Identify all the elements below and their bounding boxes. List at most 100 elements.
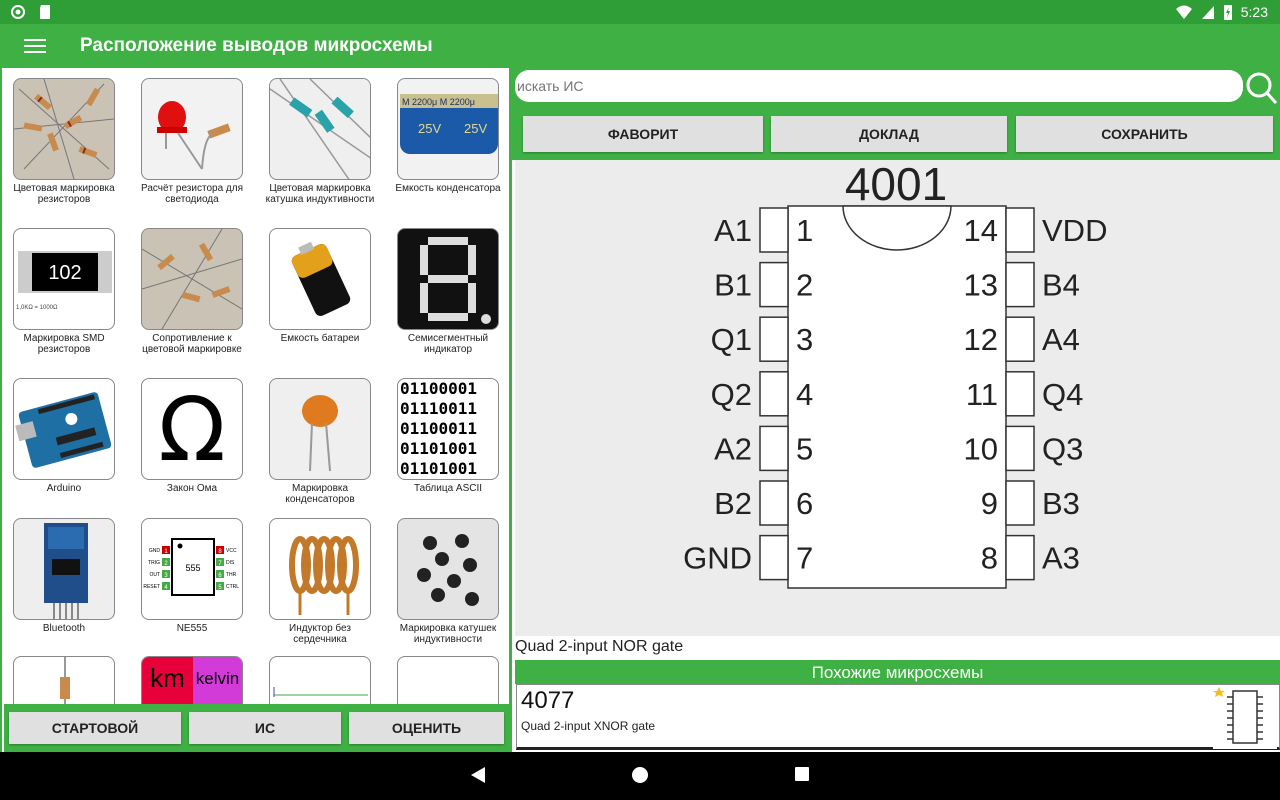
ne555-pin-name: RESET	[143, 584, 160, 590]
ne555-pin-name: TRIG	[148, 560, 160, 566]
capacitor-voltage: 25V	[418, 121, 441, 136]
tool-seven-segment[interactable]: Семисегментный индикатор	[388, 228, 508, 355]
ascii-image: 01100001 01110011 01100011 01101001 0110…	[397, 378, 499, 480]
pin-number: 9	[981, 486, 998, 521]
tool-label: Закон Ома	[166, 483, 218, 494]
resistors-image	[13, 78, 115, 180]
tool-partial-1[interactable]	[4, 656, 124, 706]
tool-label: Цветовая маркировка катушка индуктивност…	[265, 183, 375, 205]
tool-label: Bluetooth	[42, 623, 86, 634]
pin-name: Q2	[711, 377, 752, 412]
star-icon	[1213, 687, 1225, 697]
tool-smd-resistor[interactable]: 102 1,0KΩ = 1000Ω Маркировка SMD резисто…	[4, 228, 124, 355]
pin-number: 8	[981, 541, 998, 576]
tool-bluetooth[interactable]: Bluetooth	[4, 518, 124, 634]
tool-label: Емкость конденсатора	[395, 183, 501, 194]
km-text: km	[142, 657, 193, 706]
rate-button[interactable]: ОЦЕНИТЬ	[349, 712, 504, 744]
pin-box	[759, 207, 789, 253]
resistor-image	[13, 656, 115, 706]
pin-box	[1005, 371, 1035, 417]
ascii-line: 01100011	[400, 419, 478, 438]
tool-label: Цветовая маркировка резисторов	[13, 183, 115, 205]
ne555-pin-name: OUT	[149, 572, 160, 578]
tool-label: Маркировка конденсаторов	[285, 483, 355, 505]
tool-battery-capacity[interactable]: Емкость батареи	[260, 228, 380, 344]
smd-code: 102	[48, 262, 81, 284]
similar-item[interactable]: 4077 Quad 2-input XNOR gate	[516, 684, 1280, 750]
search-bar	[512, 68, 1280, 110]
app-bar: Расположение выводов микросхемы	[0, 24, 1280, 68]
recents-icon[interactable]	[794, 766, 810, 782]
ascii-line: 01110011	[400, 399, 478, 418]
search-input[interactable]	[515, 70, 1243, 102]
ascii-line: 01100001	[400, 379, 478, 398]
tool-arduino[interactable]: Arduino	[4, 378, 124, 494]
tool-label: Расчёт резистора для светодиода	[140, 183, 243, 205]
menu-icon[interactable]	[24, 36, 46, 56]
tool-capacitor-marking[interactable]: Маркировка конденсаторов	[260, 378, 380, 505]
ne555-pin-name: THR	[226, 572, 237, 578]
tool-label: Семисегментный индикатор	[407, 333, 489, 355]
tool-partial-2[interactable]: km kelvin	[132, 656, 252, 706]
tool-resistor-color-code[interactable]: Цветовая маркировка резисторов	[4, 78, 124, 205]
pin-number: 5	[796, 431, 813, 466]
pin-box	[759, 480, 789, 526]
search-icon[interactable]	[1244, 70, 1278, 106]
pin-name: B1	[714, 268, 752, 303]
kelvin-text: kelvin	[192, 657, 242, 706]
similar-chip-number: 4077	[521, 687, 575, 714]
signal-icon	[1201, 6, 1214, 19]
pin-name: B2	[714, 486, 752, 521]
tool-air-core-inductor[interactable]: Индуктор без сердечника	[260, 518, 380, 645]
tool-capacitor[interactable]: M 2200μ M 2200μ 25V 25V Емкость конденса…	[388, 78, 508, 194]
tool-ascii-table[interactable]: 01100001 01110011 01100011 01101001 0110…	[388, 378, 508, 494]
bluetooth-module-image	[13, 518, 115, 620]
system-nav-bar	[0, 752, 1280, 800]
battery-charging-icon	[1223, 5, 1232, 20]
seven-segment-image	[397, 228, 499, 330]
tool-label: Сопротивление к цветовой маркировке	[142, 333, 242, 355]
back-icon[interactable]	[470, 766, 486, 784]
sd-card-icon	[40, 5, 50, 19]
resistors-image	[141, 228, 243, 330]
pin-box	[759, 261, 789, 308]
tool-inductor-marking[interactable]: Маркировка катушек индуктивности	[388, 518, 508, 645]
pin-number: 6	[796, 486, 813, 521]
pin-name: B3	[1042, 486, 1080, 521]
start-button[interactable]: СТАРТОВОЙ	[9, 712, 181, 744]
ceramic-capacitor-image	[269, 378, 371, 480]
pin-box	[1005, 261, 1035, 308]
similar-heading: Похожие микросхемы	[515, 660, 1280, 684]
home-icon[interactable]	[631, 766, 649, 784]
chip-description: Quad 2-input NOR gate	[515, 638, 684, 655]
tool-partial-4[interactable]	[388, 656, 508, 706]
ic-button[interactable]: ИС	[189, 712, 341, 744]
ne555-pin-name: VCC	[226, 548, 237, 554]
pin-name: B4	[1042, 268, 1080, 303]
pin-box	[759, 316, 789, 362]
pin-number: 2	[796, 268, 813, 303]
tool-partial-3[interactable]	[260, 656, 380, 706]
pin-number: 14	[964, 213, 998, 248]
save-button[interactable]: СОХРАНИТЬ	[1016, 116, 1273, 152]
tool-label: Индуктор без сердечника	[289, 623, 351, 645]
tool-ne555[interactable]: 555 1 2 3 4 8 7 6 5 GND TRIG OUT RESET V…	[132, 518, 252, 634]
tool-label: Таблица ASCII	[413, 483, 483, 494]
pin-number: 3	[796, 322, 813, 357]
tools-grid: Цветовая маркировка резисторов Расчёт ре…	[4, 78, 508, 706]
favorite-button[interactable]: ФАВОРИТ	[523, 116, 763, 152]
tool-resistance-to-color[interactable]: Сопротивление к цветовой маркировке	[132, 228, 252, 355]
ne555-image: 555 1 2 3 4 8 7 6 5 GND TRIG OUT RESET V…	[141, 518, 243, 620]
tool-led-resistor[interactable]: Расчёт резистора для светодиода	[132, 78, 252, 205]
ne555-pin-name: DIS	[226, 560, 235, 566]
ascii-line: 01101001	[400, 439, 478, 458]
report-button[interactable]: ДОКЛАД	[771, 116, 1007, 152]
pinout-diagram: 4001 A1 1 B1 2 Q1 3 Q2 4 A2 5 B2 6 GND 7 VDD 14 B4 13 A4 12…	[515, 158, 1280, 636]
ohm-symbol: Ω	[158, 378, 226, 480]
tool-inductor-color-code[interactable]: Цветовая маркировка катушка индуктивност…	[260, 78, 380, 205]
pin-number: 11	[966, 377, 998, 412]
pin-name: GND	[683, 541, 752, 576]
smd-inductors-image	[397, 518, 499, 620]
tool-ohms-law[interactable]: Ω Закон Ома	[132, 378, 252, 494]
